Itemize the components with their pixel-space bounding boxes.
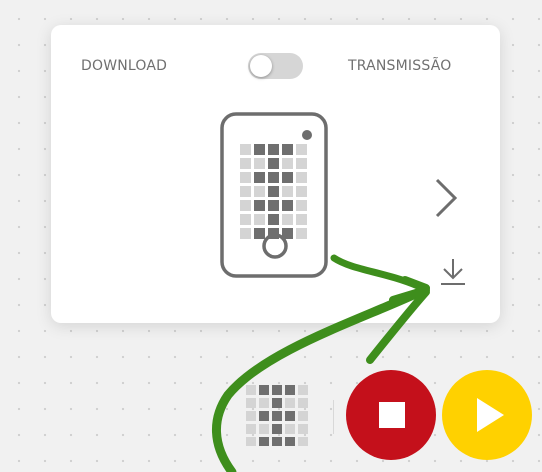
led-cell xyxy=(285,424,295,434)
led-cell xyxy=(296,172,307,183)
stop-icon xyxy=(379,402,405,428)
led-cell xyxy=(268,228,279,239)
led-cell xyxy=(296,214,307,225)
led-cell xyxy=(282,144,293,155)
led-cell xyxy=(285,437,295,446)
led-cell xyxy=(259,437,269,446)
led-cell xyxy=(240,158,251,169)
led-cell xyxy=(298,424,308,434)
led-cell xyxy=(272,437,282,446)
download-label[interactable]: DOWNLOAD xyxy=(81,58,167,74)
led-cell xyxy=(272,424,282,434)
mode-toggle[interactable] xyxy=(248,53,303,79)
led-cell xyxy=(268,186,279,197)
led-cell xyxy=(246,411,256,421)
led-cell xyxy=(296,158,307,169)
play-button[interactable] xyxy=(442,370,532,460)
toggle-knob xyxy=(250,55,272,77)
toolbar-divider xyxy=(333,400,334,434)
chevron-right-icon[interactable] xyxy=(433,177,461,219)
led-cell xyxy=(254,200,265,211)
led-cell xyxy=(298,437,308,446)
led-cell xyxy=(254,144,265,155)
led-cell xyxy=(240,186,251,197)
led-cell xyxy=(268,144,279,155)
led-cell xyxy=(282,228,293,239)
led-cell xyxy=(285,398,295,408)
led-cell xyxy=(246,424,256,434)
led-cell xyxy=(296,200,307,211)
led-grid-icon[interactable] xyxy=(243,382,309,446)
led-cell xyxy=(246,385,256,395)
led-cell xyxy=(298,385,308,395)
led-cell xyxy=(254,214,265,225)
led-cell xyxy=(298,411,308,421)
led-cell xyxy=(268,214,279,225)
microbit-device-icon xyxy=(220,112,328,278)
led-cell xyxy=(240,144,251,155)
led-cell xyxy=(240,172,251,183)
led-cell xyxy=(272,411,282,421)
led-cell xyxy=(254,186,265,197)
led-cell xyxy=(259,424,269,434)
led-cell xyxy=(282,158,293,169)
led-cell xyxy=(254,228,265,239)
led-cell xyxy=(272,385,282,395)
led-cell xyxy=(282,186,293,197)
led-cell xyxy=(272,398,282,408)
led-cell xyxy=(240,214,251,225)
led-cell xyxy=(259,385,269,395)
led-cell xyxy=(296,228,307,239)
led-cell xyxy=(285,385,295,395)
stream-label[interactable]: TRANSMISSÃO xyxy=(348,58,451,74)
led-cell xyxy=(259,398,269,408)
led-cell xyxy=(296,186,307,197)
led-cell xyxy=(240,200,251,211)
led-cell xyxy=(254,158,265,169)
led-cell xyxy=(246,398,256,408)
led-cell xyxy=(298,398,308,408)
led-cell xyxy=(268,172,279,183)
download-icon[interactable] xyxy=(438,257,468,287)
led-cell xyxy=(254,172,265,183)
download-panel: DOWNLOAD TRANSMISSÃO xyxy=(51,25,500,323)
led-cell xyxy=(296,144,307,155)
led-cell xyxy=(282,172,293,183)
led-cell xyxy=(282,200,293,211)
led-cell xyxy=(268,158,279,169)
led-cell xyxy=(240,228,251,239)
stop-button[interactable] xyxy=(346,370,436,460)
led-cell xyxy=(282,214,293,225)
play-icon xyxy=(477,398,504,432)
led-cell xyxy=(285,411,295,421)
led-cell xyxy=(268,200,279,211)
led-cell xyxy=(246,437,256,446)
led-cell xyxy=(259,411,269,421)
